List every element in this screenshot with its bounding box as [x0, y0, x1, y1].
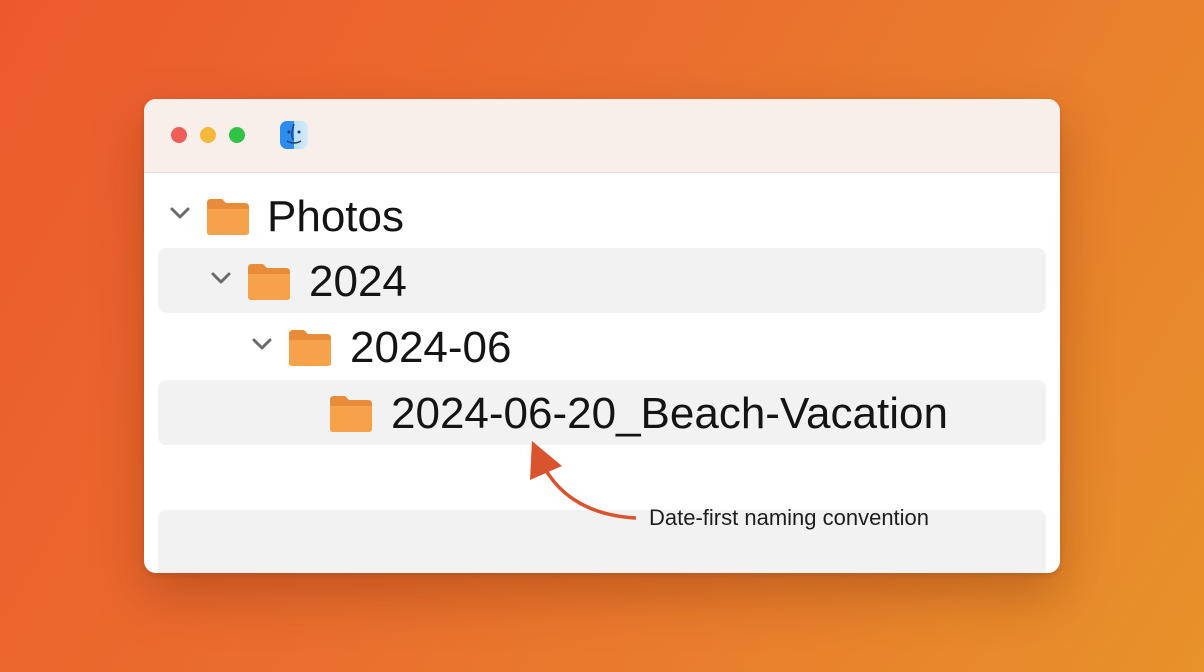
- finder-window: Photos 2024 2024-06 2024-06-20_Beach-Vac…: [144, 99, 1060, 573]
- annotation-label: Date-first naming convention: [649, 505, 930, 530]
- annotation-arrow: [530, 440, 637, 520]
